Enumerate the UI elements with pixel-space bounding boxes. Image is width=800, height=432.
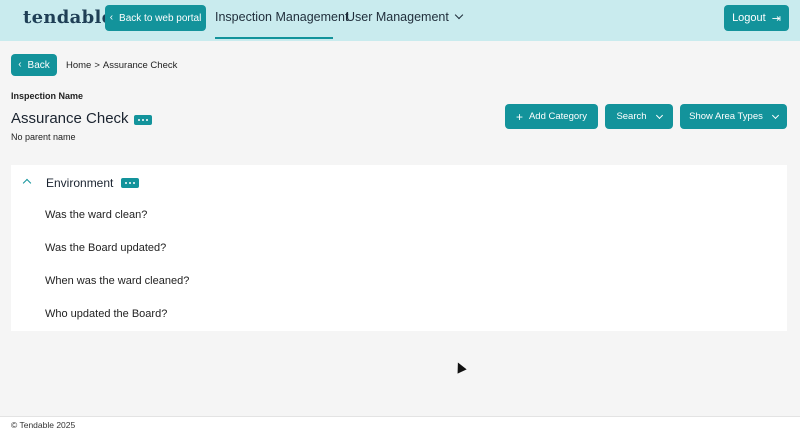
category-panel: Environment Was the ward clean? Was the … [11,165,787,331]
dot-icon [142,119,144,121]
search-button[interactable]: Search [605,104,673,129]
parent-name: No parent name [11,132,76,142]
logout-button[interactable]: Logout ⇥ [724,5,789,31]
tab-user-management[interactable]: User Management [346,10,464,24]
category-name: Environment [46,176,114,190]
plus-icon: + [515,109,523,124]
show-area-types-label: Show Area Types [689,111,763,122]
question-item[interactable]: Was the Board updated? [45,242,166,254]
inspection-options-button[interactable] [134,115,152,125]
active-tab-indicator [215,37,333,39]
chevron-left-icon: ‹ [18,59,22,70]
add-category-label: Add Category [528,111,588,122]
question-item[interactable]: Who updated the Board? [45,308,167,320]
breadcrumb-home[interactable]: Home [66,60,91,71]
dot-icon [129,182,131,184]
dot-icon [133,182,135,184]
tab-user-management-label: User Management [346,10,449,24]
chevron-up-icon[interactable] [22,178,32,188]
category-options-button[interactable] [121,178,139,188]
logout-icon: ⇥ [771,12,781,25]
chevron-down-icon [771,111,779,119]
breadcrumb: Home > Assurance Check [66,60,177,71]
chevron-left-icon: ‹ [109,12,114,23]
back-to-web-portal-button[interactable]: ‹ Back to web portal [105,5,206,31]
back-to-web-portal-label: Back to web portal [119,12,202,24]
search-label: Search [616,111,647,122]
chevron-down-icon [454,10,464,20]
top-header: tendable ‹ Back to web portal Inspection… [0,0,800,41]
page-title: Assurance Check [11,110,129,127]
add-category-button[interactable]: + Add Category [505,104,598,129]
dot-icon [146,119,148,121]
back-button[interactable]: ‹ Back [11,54,57,76]
back-label: Back [27,59,50,71]
question-item[interactable]: Was the ward clean? [45,209,147,221]
breadcrumb-separator: > [94,60,100,71]
mouse-cursor-icon [453,360,467,374]
tendable-logo[interactable]: tendable [23,7,113,28]
logout-label: Logout [732,12,766,24]
dot-icon [125,182,127,184]
question-item[interactable]: When was the ward cleaned? [45,275,189,287]
footer: © Tendable 2025 [0,416,800,432]
breadcrumb-current: Assurance Check [102,60,178,71]
inspection-name-label: Inspection Name [11,91,84,101]
chevron-down-icon [655,111,663,119]
show-area-types-button[interactable]: Show Area Types [680,104,787,129]
tab-inspection-management[interactable]: Inspection Management [215,10,348,24]
dot-icon [138,119,140,121]
copyright-text: © Tendable 2025 [11,420,76,430]
